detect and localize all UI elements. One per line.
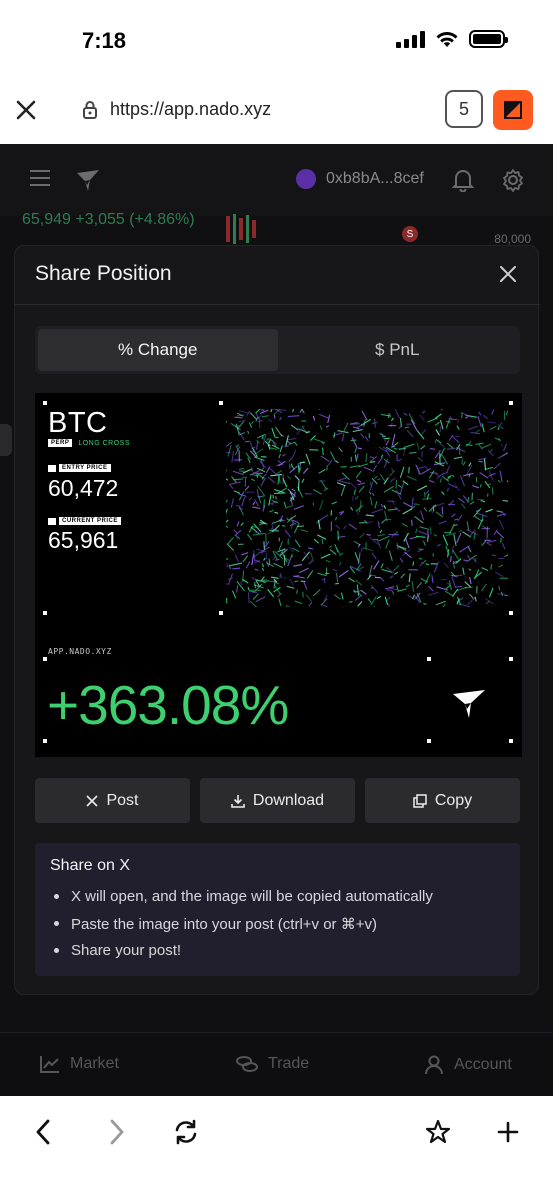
menu-icon[interactable] [30, 170, 50, 186]
back-icon[interactable] [30, 1118, 58, 1146]
crop-marker [509, 401, 513, 405]
user-icon [425, 1055, 443, 1075]
browser-toolbar [0, 1096, 553, 1200]
status-bar: 7:18 [0, 0, 553, 80]
gear-icon[interactable] [501, 168, 525, 192]
crop-marker [43, 657, 47, 661]
crop-marker [427, 739, 431, 743]
share-position-modal: Share Position % Change $ PnL BTC PERP L… [14, 245, 540, 995]
side-drawer-handle[interactable] [0, 424, 12, 456]
card-app-url: APP.NADO.XYZ [48, 647, 112, 656]
share-card-preview: BTC PERP LONG CROSS ENTRY PRICE 60,472 C… [35, 393, 522, 757]
tab-pnl[interactable]: $ PnL [278, 329, 518, 371]
wallet-button[interactable]: 0xb8bA...8cef [296, 169, 424, 189]
nado-logo-icon[interactable] [74, 166, 102, 194]
side-tag: LONG CROSS [78, 439, 131, 447]
crop-marker [43, 401, 47, 405]
chart-candles [226, 214, 256, 244]
crop-marker [43, 739, 47, 743]
browser-url-bar: https://app.nado.xyz 5 [0, 80, 553, 144]
forward-icon[interactable] [102, 1118, 130, 1146]
battery-icon [469, 30, 508, 48]
copy-label: Copy [434, 791, 473, 809]
x-logo-icon [86, 794, 99, 807]
bell-icon[interactable] [452, 168, 474, 192]
divider [15, 304, 540, 305]
download-icon [231, 794, 245, 808]
card-symbol: BTC [48, 407, 108, 439]
list-item: X will open, and the image will be copie… [50, 883, 505, 910]
nav-market[interactable]: Market [40, 1055, 119, 1073]
nav-trade[interactable]: Trade [236, 1055, 309, 1073]
share-instructions: Share on X X will open, and the image wi… [35, 843, 520, 976]
coins-icon [236, 1056, 258, 1072]
share-actions: Post Download Copy [35, 778, 520, 823]
share-mode-toggle: % Change $ PnL [35, 326, 520, 374]
crop-marker [219, 401, 223, 405]
tab-percent-change[interactable]: % Change [38, 329, 278, 371]
tabs-button[interactable]: 5 [445, 90, 483, 128]
modal-title: Share Position [35, 262, 172, 285]
bookmark-star-icon[interactable] [424, 1118, 452, 1146]
share-instructions-heading: Share on X [50, 857, 131, 874]
crop-marker [509, 657, 513, 661]
status-time: 7:18 [82, 28, 127, 53]
price-ticker: 65,949 +3,055 (+4.86%) [22, 211, 195, 228]
url-text[interactable]: https://app.nado.xyz [110, 99, 271, 120]
share-steps-list: X will open, and the image will be copie… [50, 883, 505, 964]
app-bottom-nav: Market Trade Account [0, 1032, 553, 1096]
cellular-signal-icon [396, 30, 425, 48]
close-icon[interactable] [12, 96, 40, 124]
chart-line-icon [40, 1056, 59, 1073]
list-item: Paste the image into your post (ctrl+v o… [50, 910, 505, 937]
market-type-badge: PERP [48, 439, 73, 447]
post-label: Post [106, 791, 139, 809]
crop-marker [509, 611, 513, 615]
nado-logo-icon [453, 690, 485, 718]
nav-trade-label: Trade [268, 1055, 310, 1072]
crop-marker [509, 739, 513, 743]
current-price-value: 65,961 [48, 527, 119, 553]
nav-market-label: Market [70, 1055, 119, 1072]
lock-icon [83, 101, 97, 119]
new-tab-icon[interactable] [494, 1118, 522, 1146]
entry-price-label: ENTRY PRICE [48, 464, 111, 472]
list-item: Share your post! [50, 937, 505, 964]
download-label: Download [252, 791, 325, 809]
reload-icon[interactable] [172, 1118, 200, 1146]
download-button[interactable]: Download [200, 778, 355, 823]
change-percent: +363.08% [47, 674, 289, 736]
wallet-address: 0xb8bA...8cef [326, 170, 424, 187]
post-button[interactable]: Post [35, 778, 190, 823]
signal-badge: S [402, 226, 418, 242]
extension-icon [504, 101, 522, 119]
nav-account[interactable]: Account [424, 1055, 512, 1075]
extension-button[interactable] [493, 90, 533, 130]
close-icon[interactable] [498, 264, 518, 284]
chart-axis-label: 80,000 [494, 232, 531, 246]
entry-price-value: 60,472 [48, 475, 119, 501]
card-tags: PERP LONG CROSS [48, 439, 130, 447]
nav-account-label: Account [454, 1056, 512, 1073]
current-price-label: CURRENT PRICE [48, 517, 121, 525]
generative-art-image [226, 409, 508, 607]
status-icons [396, 30, 508, 48]
crop-marker [43, 611, 47, 615]
crop-marker [219, 611, 223, 615]
copy-button[interactable]: Copy [365, 778, 520, 823]
copy-icon [413, 793, 427, 808]
label-square-icon [48, 464, 56, 472]
label-square-icon [48, 517, 56, 525]
app-header: 0xb8bA...8cef [0, 144, 553, 216]
wallet-avatar [296, 169, 316, 189]
crop-marker [427, 657, 431, 661]
wifi-icon [436, 32, 458, 47]
